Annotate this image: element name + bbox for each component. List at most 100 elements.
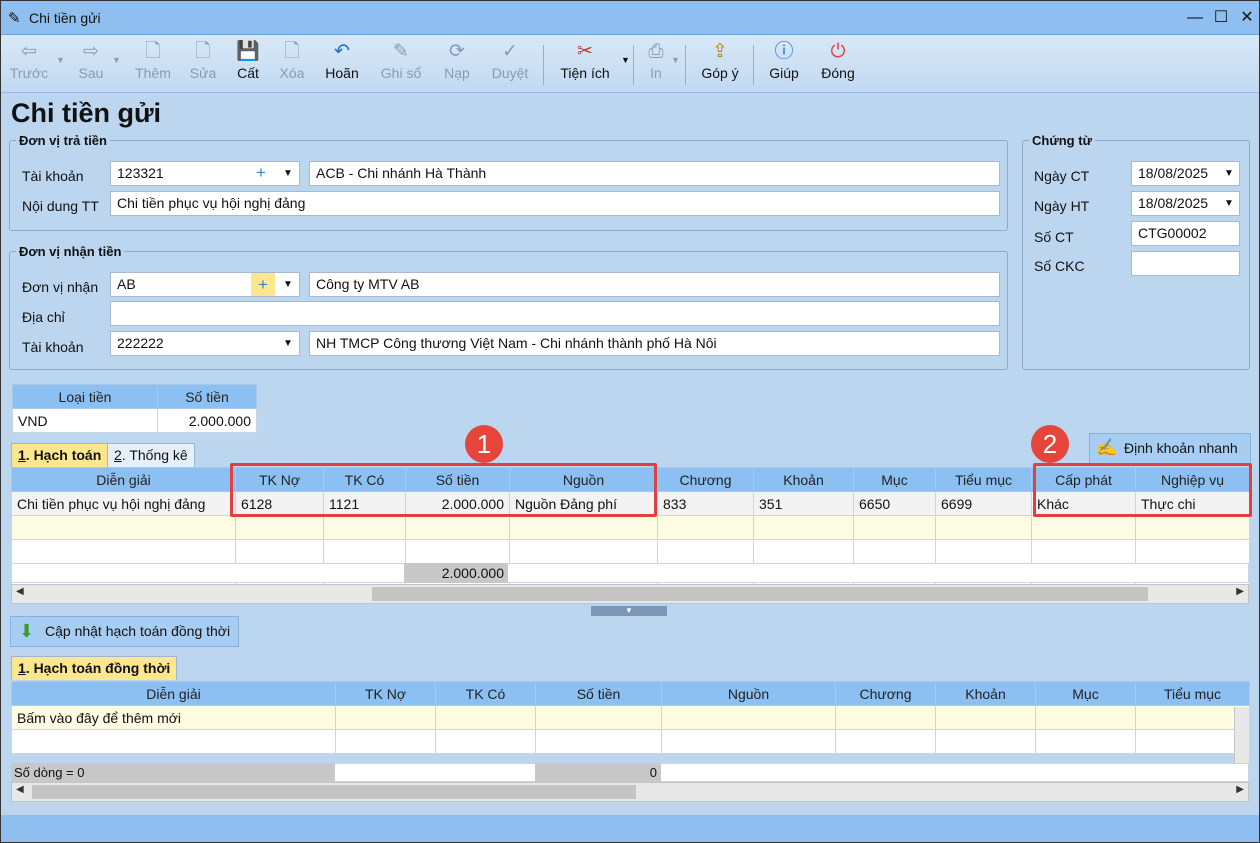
currency-type-header: Loại tiền	[12, 384, 158, 409]
posting-date-picker[interactable]: 18/08/2025 ▼	[1131, 191, 1240, 216]
chevron-down-icon[interactable]: ▼	[283, 332, 293, 355]
voucher-number-value: CTG00002	[1138, 225, 1207, 241]
scroll-right-icon[interactable]: ▶	[1236, 784, 1244, 795]
add-new-row[interactable]: Bấm vào đây để thêm mới	[11, 705, 1250, 730]
empty-row[interactable]	[11, 539, 1250, 564]
splitter-handle[interactable]: ▼	[591, 606, 667, 616]
col2-tk-co[interactable]: TK Có	[435, 681, 536, 706]
voucher-number-field[interactable]: CTG00002	[1131, 221, 1240, 246]
chevron-down-icon[interactable]: ▼	[1224, 162, 1234, 185]
arrow-left-icon: ⇦	[21, 41, 37, 62]
window-title: Chi tiền gửi	[29, 10, 101, 26]
bank-name-field[interactable]: NH TMCP Công thương Việt Nam - Chi nhánh…	[309, 331, 1000, 356]
col2-khoan[interactable]: Khoản	[935, 681, 1036, 706]
grid2-horizontal-scrollbar[interactable]: ◀ ▶	[11, 782, 1249, 802]
maximize-button[interactable]: ☐	[1207, 7, 1235, 29]
post-ledger-button[interactable]: ✎ Ghi sổ	[373, 39, 429, 91]
cell-muc[interactable]: 6650	[853, 491, 936, 516]
utilities-dropdown-icon[interactable]: ▼	[621, 55, 630, 65]
new-document-icon: 🗋	[145, 41, 161, 62]
print-dropdown-icon[interactable]: ▼	[671, 55, 680, 65]
chevron-down-icon[interactable]: ▼	[1224, 192, 1234, 215]
payment-content-field[interactable]: Chi tiền phục vụ hội nghị đảng	[110, 191, 1000, 216]
scroll-left-icon[interactable]: ◀	[16, 586, 24, 597]
address-label: Địa chỉ	[22, 309, 65, 325]
chevron-down-icon[interactable]: ▼	[283, 273, 293, 296]
scroll-right-icon[interactable]: ▶	[1236, 586, 1244, 597]
add-icon[interactable]: +	[256, 162, 266, 184]
col-khoan[interactable]: Khoản	[753, 467, 854, 492]
save-button[interactable]: 💾 Cất	[227, 39, 269, 91]
cell-chuong[interactable]: 833	[657, 491, 754, 516]
previous-button[interactable]: ⇦ Trước	[5, 39, 53, 91]
postpone-button[interactable]: ↶ Hoãn	[317, 39, 367, 91]
cell-tieu-muc[interactable]: 6699	[935, 491, 1032, 516]
col2-nguon[interactable]: Nguồn	[661, 681, 836, 706]
empty-row[interactable]	[11, 729, 1250, 754]
voucher-date-picker[interactable]: 18/08/2025 ▼	[1131, 161, 1240, 186]
address-field[interactable]	[110, 301, 1000, 326]
col2-dien-giai[interactable]: Diễn giải	[11, 681, 336, 706]
currency-type-cell[interactable]: VND	[12, 408, 158, 433]
minimize-button[interactable]: —	[1181, 7, 1209, 29]
update-simultaneous-button[interactable]: ⬇ Cập nhật hạch toán đồng thời	[10, 616, 239, 647]
next-button[interactable]: ⇨ Sau	[67, 39, 115, 91]
help-button[interactable]: ⓘ Giúp	[761, 39, 807, 91]
payee-account-combo[interactable]: 222222 ▼	[110, 331, 300, 356]
col-dien-giai[interactable]: Diễn giải	[11, 467, 236, 492]
scrollbar-thumb[interactable]	[32, 785, 636, 799]
currency-table: Loại tiền Số tiền VND 2.000.000	[12, 384, 257, 433]
add-button[interactable]: 🗋 Thêm	[129, 39, 177, 91]
scrollbar-thumb[interactable]	[372, 587, 1148, 601]
col2-chuong[interactable]: Chương	[835, 681, 936, 706]
col2-muc[interactable]: Mục	[1035, 681, 1136, 706]
next-dropdown-icon[interactable]: ▼	[112, 55, 121, 65]
grid2-vertical-scrollbar[interactable]	[1234, 707, 1249, 763]
toolbar-separator	[685, 45, 686, 85]
approve-button[interactable]: ✓ Duyệt	[483, 39, 537, 91]
col-chuong[interactable]: Chương	[657, 467, 754, 492]
help-icon: ⓘ	[774, 41, 794, 62]
col-muc[interactable]: Mục	[853, 467, 936, 492]
tab-hach-toan-dong-thoi-label: . Hạch toán đồng thời	[25, 660, 171, 676]
feedback-button[interactable]: ⇪ Góp ý	[695, 39, 745, 91]
status-bar	[1, 815, 1259, 842]
utilities-button[interactable]: ✂ Tiện ích	[553, 39, 617, 91]
payee-unit-combo[interactable]: AB + ▼	[110, 272, 300, 297]
add-icon[interactable]: +	[251, 273, 275, 296]
col2-tieu-muc[interactable]: Tiểu mục	[1135, 681, 1250, 706]
cell-khoan[interactable]: 351	[753, 491, 854, 516]
edit-button[interactable]: 🗋 Sửa	[181, 39, 225, 91]
currency-amount-cell[interactable]: 2.000.000	[157, 408, 257, 433]
tab-hach-toan-dong-thoi[interactable]: 1. Hạch toán đồng thời	[11, 656, 178, 680]
arrow-right-icon: ⇨	[83, 41, 99, 62]
payee-unit-name: Công ty MTV AB	[316, 276, 420, 292]
transfer-number-field[interactable]	[1131, 251, 1240, 276]
col2-tk-no[interactable]: TK Nợ	[335, 681, 436, 706]
add-new-cell[interactable]: Bấm vào đây để thêm mới	[11, 705, 336, 730]
col-tieu-muc[interactable]: Tiểu mục	[935, 467, 1032, 492]
scroll-left-icon[interactable]: ◀	[16, 784, 24, 795]
grid-horizontal-scrollbar[interactable]: ◀ ▶	[11, 584, 1249, 604]
tab-hach-toan[interactable]: 1. Hạch toán	[11, 443, 109, 467]
tab-thong-ke[interactable]: 2. Thống kê	[107, 443, 195, 467]
chevron-down-icon[interactable]: ▼	[283, 162, 293, 185]
col2-so-tien[interactable]: Số tiền	[535, 681, 662, 706]
new-row[interactable]	[11, 515, 1250, 540]
reload-button[interactable]: ⟳ Nạp	[435, 39, 479, 91]
checkmark-icon: ✓	[502, 41, 518, 62]
cell-dien-giai[interactable]: Chi tiền phục vụ hội nghị đảng	[11, 491, 236, 516]
upload-box-icon: ⇪	[712, 41, 728, 62]
payee-account-label: Tài khoản	[22, 339, 84, 355]
payer-account-name-field[interactable]: ACB - Chi nhánh Hà Thành	[309, 161, 1000, 186]
close-button[interactable]: ⏻ Đóng	[813, 39, 863, 91]
delete-button[interactable]: 🗋 Xóa	[271, 39, 313, 91]
payer-account-combo[interactable]: 123321 + ▼	[110, 161, 300, 186]
print-button[interactable]: ⎙ In	[639, 39, 673, 91]
update-simultaneous-label: Cập nhật hạch toán đồng thời	[45, 623, 231, 639]
quick-entry-button[interactable]: ✍ Định khoản nhanh	[1089, 433, 1251, 465]
close-window-button[interactable]: ✕	[1233, 7, 1259, 29]
previous-dropdown-icon[interactable]: ▼	[56, 55, 65, 65]
payee-unit-name-field[interactable]: Công ty MTV AB	[309, 272, 1000, 297]
marker-1: 1	[465, 425, 503, 463]
